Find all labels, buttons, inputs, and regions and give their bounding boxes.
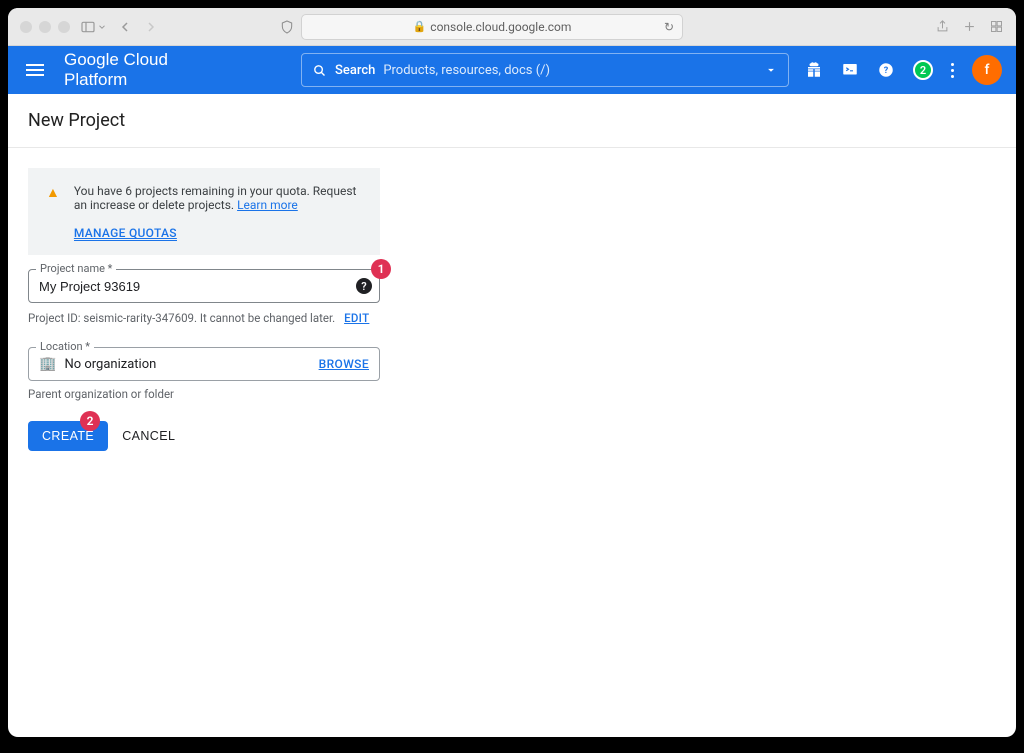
shield-icon[interactable]: [279, 19, 295, 35]
forward-button[interactable]: [143, 19, 159, 35]
lock-icon: 🔒: [413, 20, 427, 33]
avatar[interactable]: f: [972, 55, 1002, 85]
warning-icon: ▲: [46, 184, 60, 241]
notifications-badge[interactable]: 2: [913, 60, 933, 80]
cancel-button[interactable]: CANCEL: [122, 429, 175, 443]
back-button[interactable]: [117, 19, 133, 35]
gcp-header: Google Cloud Platform Search Products, r…: [8, 46, 1016, 94]
gift-icon[interactable]: [805, 61, 823, 79]
svg-text:?: ?: [884, 66, 889, 76]
annotation-1: 1: [371, 259, 391, 279]
location-label: Location *: [36, 340, 94, 353]
chevron-down-icon: [764, 63, 778, 77]
project-name-field: Project name * ? 1: [28, 269, 380, 303]
url-bar[interactable]: 🔒 console.cloud.google.com ↻: [301, 14, 683, 40]
sidebar-toggle-icon[interactable]: [80, 19, 107, 35]
menu-icon[interactable]: [22, 60, 48, 80]
learn-more-link[interactable]: Learn more: [237, 198, 298, 212]
project-id-text: Project ID: seismic-rarity-347609. It ca…: [28, 311, 335, 325]
edit-project-id-link[interactable]: EDIT: [344, 311, 369, 325]
manage-quotas-link[interactable]: MANAGE QUOTAS: [74, 226, 177, 241]
share-icon[interactable]: [935, 19, 950, 34]
url-text: console.cloud.google.com: [430, 20, 571, 34]
help-icon[interactable]: ?: [877, 61, 895, 79]
more-icon[interactable]: [951, 63, 954, 78]
browse-button[interactable]: BROWSE: [319, 357, 369, 371]
tabs-icon[interactable]: [989, 19, 1004, 34]
browser-titlebar: 🔒 console.cloud.google.com ↻: [8, 8, 1016, 46]
field-help-icon[interactable]: ?: [356, 278, 372, 294]
annotation-2: 2: [80, 411, 100, 431]
search-label: Search: [335, 63, 375, 78]
search-bar[interactable]: Search Products, resources, docs (/): [301, 53, 789, 87]
traffic-close[interactable]: [20, 21, 32, 33]
location-value: No organization: [64, 357, 156, 372]
platform-title: Google Cloud Platform: [64, 50, 235, 90]
traffic-max[interactable]: [58, 21, 70, 33]
search-icon: [312, 63, 327, 78]
search-placeholder: Products, resources, docs (/): [383, 63, 550, 78]
reload-icon[interactable]: ↻: [664, 20, 674, 34]
plus-icon[interactable]: [962, 19, 977, 34]
console-icon[interactable]: [841, 61, 859, 79]
traffic-min[interactable]: [39, 21, 51, 33]
location-field: Location * 🏢 No organization BROWSE: [28, 347, 380, 381]
location-hint: Parent organization or folder: [28, 387, 996, 401]
organization-icon: 🏢: [39, 356, 56, 372]
quota-message: You have 6 projects remaining in your qu…: [74, 184, 357, 212]
quota-notice: ▲ You have 6 projects remaining in your …: [28, 168, 380, 255]
project-name-label: Project name *: [36, 262, 116, 275]
page-title: New Project: [8, 94, 1016, 148]
